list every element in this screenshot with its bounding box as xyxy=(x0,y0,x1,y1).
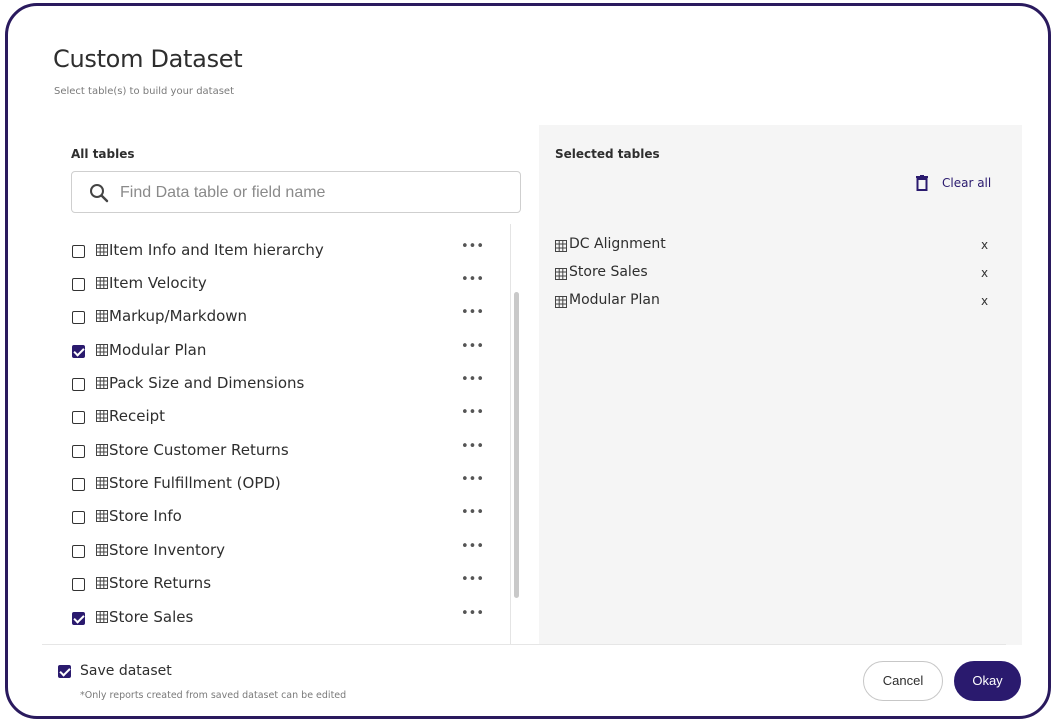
table-icon xyxy=(555,268,567,280)
save-dataset-label: Save dataset xyxy=(80,663,172,679)
table-name: Item Info and Item hierarchy xyxy=(109,241,324,259)
all-tables-list: Item Info and Item hierarchy ••• Item Ve… xyxy=(48,224,511,642)
list-item[interactable]: Item Velocity ••• xyxy=(48,269,488,302)
selected-table-item: Modular Plan x xyxy=(555,291,1005,319)
more-options-icon[interactable]: ••• xyxy=(461,472,484,487)
table-icon xyxy=(96,577,108,589)
selected-table-name: DC Alignment xyxy=(569,236,666,252)
list-divider xyxy=(510,224,511,644)
selected-table-name: Modular Plan xyxy=(569,292,660,308)
checkbox[interactable] xyxy=(72,278,85,291)
more-options-icon[interactable]: ••• xyxy=(461,606,484,621)
table-icon xyxy=(96,444,108,456)
all-tables-label: All tables xyxy=(71,147,135,161)
remove-icon[interactable]: x xyxy=(981,238,988,252)
remove-icon[interactable]: x xyxy=(981,294,988,308)
cancel-button[interactable]: Cancel xyxy=(863,661,943,701)
search-icon xyxy=(90,184,109,203)
selected-table-name: Store Sales xyxy=(569,264,648,280)
search-input[interactable] xyxy=(118,181,512,205)
checkbox[interactable] xyxy=(72,511,85,524)
table-name: Receipt xyxy=(109,407,166,425)
table-icon xyxy=(96,611,108,623)
table-icon xyxy=(555,296,567,308)
dialog-subtitle: Select table(s) to build your dataset xyxy=(54,86,235,97)
checkbox[interactable] xyxy=(72,345,85,358)
table-name: Store Customer Returns xyxy=(109,441,289,459)
selected-tables-label: Selected tables xyxy=(555,147,660,161)
list-item[interactable]: Modular Plan ••• xyxy=(48,336,488,369)
checkbox[interactable] xyxy=(72,612,85,625)
table-name: Modular Plan xyxy=(109,341,207,359)
more-options-icon[interactable]: ••• xyxy=(461,539,484,554)
checkbox[interactable] xyxy=(72,445,85,458)
trash-icon xyxy=(916,175,928,191)
more-options-icon[interactable]: ••• xyxy=(461,505,484,520)
table-name: Store Info xyxy=(109,507,182,525)
table-name: Store Fulfillment (OPD) xyxy=(109,474,281,492)
search-box[interactable] xyxy=(71,171,521,213)
more-options-icon[interactable]: ••• xyxy=(461,439,484,454)
more-options-icon[interactable]: ••• xyxy=(461,339,484,354)
table-icon xyxy=(96,244,108,256)
checkbox[interactable] xyxy=(72,378,85,391)
checkbox[interactable] xyxy=(72,311,85,324)
table-icon xyxy=(96,477,108,489)
footer-divider xyxy=(42,644,1006,645)
clear-all-label: Clear all xyxy=(942,176,992,190)
more-options-icon[interactable]: ••• xyxy=(461,372,484,387)
selected-table-item: DC Alignment x xyxy=(555,235,1005,263)
list-item[interactable]: Item Info and Item hierarchy ••• xyxy=(48,236,488,269)
more-options-icon[interactable]: ••• xyxy=(461,572,484,587)
table-icon xyxy=(96,310,108,322)
list-item[interactable]: Store Returns ••• xyxy=(48,569,488,602)
table-name: Markup/Markdown xyxy=(109,307,248,325)
checkbox[interactable] xyxy=(72,478,85,491)
list-scrollbar[interactable] xyxy=(514,292,519,598)
more-options-icon[interactable]: ••• xyxy=(461,272,484,287)
custom-dataset-dialog: Custom Dataset Select table(s) to build … xyxy=(5,3,1051,719)
list-item[interactable]: Store Customer Returns ••• xyxy=(48,436,488,469)
save-dataset-checkbox[interactable] xyxy=(58,665,71,678)
table-icon xyxy=(96,377,108,389)
remove-icon[interactable]: x xyxy=(981,266,988,280)
list-item[interactable]: Store Fulfillment (OPD) ••• xyxy=(48,469,488,502)
dialog-title: Custom Dataset xyxy=(53,45,243,73)
checkbox[interactable] xyxy=(72,545,85,558)
list-item[interactable]: Receipt ••• xyxy=(48,402,488,435)
list-item[interactable]: Store Sales ••• xyxy=(48,603,488,636)
more-options-icon[interactable]: ••• xyxy=(461,239,484,254)
table-name: Store Sales xyxy=(109,608,194,626)
table-name: Store Inventory xyxy=(109,541,226,559)
table-icon xyxy=(96,410,108,422)
checkbox[interactable] xyxy=(72,578,85,591)
list-item[interactable]: Pack Size and Dimensions ••• xyxy=(48,369,488,402)
list-item[interactable]: Store Info ••• xyxy=(48,502,488,535)
list-item[interactable]: Store Inventory ••• xyxy=(48,536,488,569)
table-icon xyxy=(555,240,567,252)
table-name: Pack Size and Dimensions xyxy=(109,374,305,392)
checkbox[interactable] xyxy=(72,245,85,258)
table-name: Store Returns xyxy=(109,574,212,592)
selected-table-item: Store Sales x xyxy=(555,263,1005,291)
table-name: Item Velocity xyxy=(109,274,207,292)
table-icon xyxy=(96,277,108,289)
selected-tables-panel: Selected tables Clear all DC Alignment x… xyxy=(539,125,1022,645)
table-icon xyxy=(96,544,108,556)
table-icon xyxy=(96,344,108,356)
checkbox[interactable] xyxy=(72,411,85,424)
list-item[interactable]: Markup/Markdown ••• xyxy=(48,302,488,335)
table-icon xyxy=(96,510,108,522)
more-options-icon[interactable]: ••• xyxy=(461,405,484,420)
save-dataset-note: *Only reports created from saved dataset… xyxy=(80,690,347,701)
more-options-icon[interactable]: ••• xyxy=(461,305,484,320)
okay-button[interactable]: Okay xyxy=(954,661,1021,701)
